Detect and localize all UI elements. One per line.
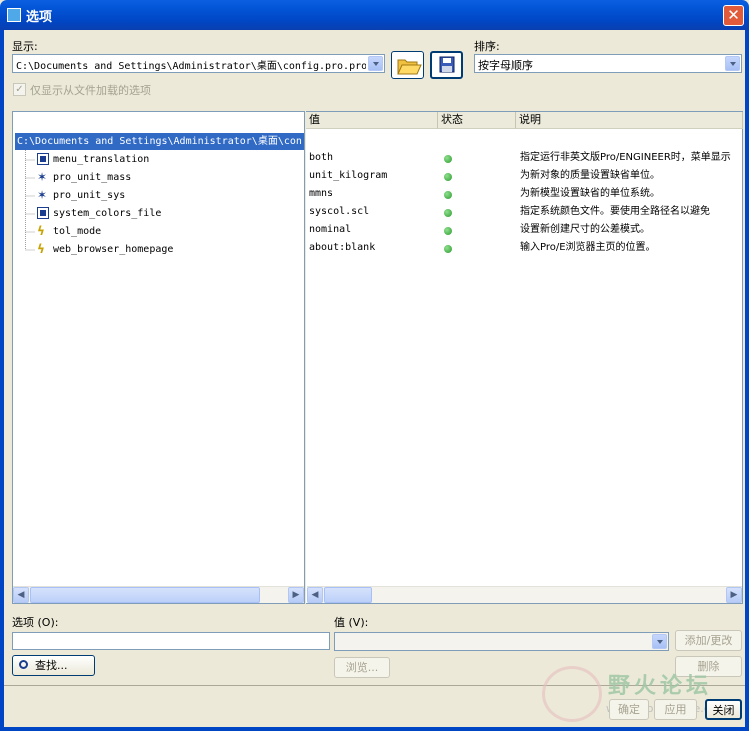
close-window-button[interactable]: ✕	[723, 5, 744, 26]
save-disk-icon	[439, 56, 455, 73]
table-cell-desc: 设置新创建尺寸的公差模式。	[520, 224, 650, 235]
window-title: 选项	[26, 10, 53, 25]
delete-button[interactable]: 删除	[675, 656, 742, 677]
apply-button[interactable]: 应用	[654, 699, 697, 720]
tree-item-web-browser-homepage[interactable]: web_browser_homepage	[53, 241, 173, 258]
scroll-thumb[interactable]	[30, 587, 260, 603]
sort-label: 排序:	[474, 40, 500, 53]
open-file-button[interactable]	[391, 51, 424, 79]
add-change-button[interactable]: 添加/更改	[675, 630, 742, 651]
window-frame-right	[745, 30, 749, 731]
only-loaded-label: 仅显示从文件加载的选项	[30, 84, 151, 97]
find-button-label: 查找...	[35, 659, 68, 672]
tree-root[interactable]: C:\Documents and Settings\Administrator\…	[15, 133, 304, 150]
browse-button[interactable]: 浏览...	[334, 657, 390, 678]
star-icon: ✶	[37, 170, 48, 184]
only-loaded-checkbox[interactable]: ✓	[13, 83, 26, 96]
tree-item-pro-unit-mass[interactable]: pro_unit_mass	[53, 169, 131, 186]
close-button[interactable]: 关闭	[705, 699, 742, 720]
scroll-right-icon[interactable]: ▶	[726, 587, 742, 603]
scroll-right-icon[interactable]: ▶	[288, 587, 304, 603]
tree-lines	[25, 150, 35, 251]
star-icon: ✶	[37, 188, 48, 202]
table-cell-value: mmns	[309, 188, 334, 199]
table-cell-desc: 为新模型设置缺省的单位系统。	[520, 188, 660, 199]
option-tree-pane[interactable]: C:\Documents and Settings\Administrator\…	[12, 111, 305, 604]
lightning-icon: ϟ	[37, 224, 45, 238]
table-horizontal-scrollbar[interactable]: ◀ ▶	[307, 586, 742, 603]
value-select[interactable]	[334, 632, 669, 651]
tree-horizontal-scrollbar[interactable]: ◀ ▶	[13, 586, 304, 603]
status-ok-icon	[444, 245, 452, 253]
scroll-left-icon[interactable]: ◀	[307, 587, 323, 603]
table-cell-value: syscol.scl	[309, 206, 370, 217]
window-frame-bottom	[0, 727, 749, 731]
find-button[interactable]: 查找...	[12, 655, 95, 676]
table-cell-desc: 输入Pro/E浏览器主页的位置。	[520, 242, 656, 253]
display-path-select[interactable]: C:\Documents and Settings\Administrator\…	[12, 54, 385, 73]
box-icon	[37, 207, 49, 219]
table-cell-desc: 指定系统颜色文件。要使用全路径名以避免	[520, 206, 710, 217]
value-label: 值 (V):	[334, 616, 369, 629]
tree-item-system-colors-file[interactable]: system_colors_file	[53, 205, 161, 222]
table-cell-value: unit_kilogram	[309, 170, 388, 181]
table-cell-desc: 指定运行非英文版Pro/ENGINEER时，菜单显示	[520, 152, 731, 163]
save-file-button[interactable]	[430, 51, 463, 79]
scroll-left-icon[interactable]: ◀	[13, 587, 29, 603]
display-path-value: C:\Documents and Settings\Administrator\…	[16, 61, 366, 72]
window-icon	[7, 8, 21, 22]
table-cell-value: both	[309, 152, 334, 163]
folder-open-icon	[397, 59, 422, 75]
table-cell-value: about:blank	[309, 242, 376, 253]
status-ok-icon	[444, 209, 452, 217]
chevron-down-icon[interactable]	[652, 634, 667, 649]
status-ok-icon	[444, 191, 452, 199]
table-cell-value: nominal	[309, 224, 352, 235]
sort-value: 按字母顺序	[478, 59, 533, 72]
scroll-thumb[interactable]	[324, 587, 372, 603]
table-cell-desc: 为新对象的质量设置缺省单位。	[520, 170, 660, 181]
chevron-down-icon[interactable]	[368, 56, 383, 71]
title-bar: 选项 ✕	[0, 0, 749, 30]
sort-select[interactable]: 按字母顺序	[474, 54, 742, 73]
option-input[interactable]	[12, 632, 330, 650]
column-header-status[interactable]: 状态	[438, 112, 516, 129]
lightning-icon: ϟ	[37, 242, 45, 256]
display-label: 显示:	[12, 40, 38, 53]
column-header-value[interactable]: 值	[306, 112, 438, 129]
option-label: 选项 (O):	[12, 616, 59, 629]
chevron-down-icon[interactable]	[725, 56, 740, 71]
status-ok-icon	[444, 227, 452, 235]
tree-item-tol-mode[interactable]: tol_mode	[53, 223, 101, 240]
status-ok-icon	[444, 173, 452, 181]
tree-item-pro-unit-sys[interactable]: pro_unit_sys	[53, 187, 125, 204]
window-frame-left	[0, 30, 4, 731]
tree-item-menu-translation[interactable]: menu_translation	[53, 151, 149, 168]
ok-button[interactable]: 确定	[609, 699, 649, 720]
column-header-desc[interactable]: 说明	[516, 112, 743, 129]
box-icon	[37, 153, 49, 165]
status-ok-icon	[444, 155, 452, 163]
search-icon	[19, 660, 28, 669]
